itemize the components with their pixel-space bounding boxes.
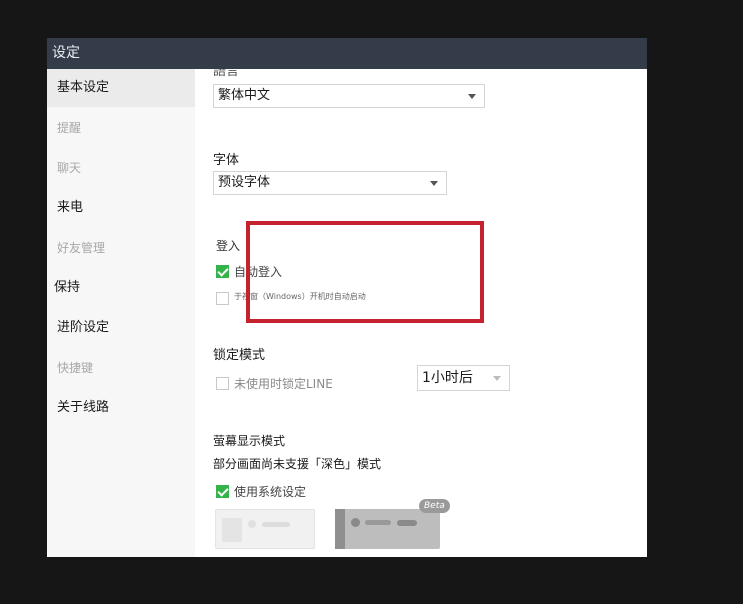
chevron-down-icon	[430, 181, 438, 186]
thumbnail-avatar	[351, 518, 360, 527]
highlight-box	[246, 221, 484, 323]
sidebar-item-calls[interactable]: 来电	[47, 189, 195, 227]
sidebar-item-basic-settings[interactable]: 基本设定	[47, 69, 195, 107]
thumbnail-avatar	[248, 520, 256, 528]
sidebar-item-advanced[interactable]: 进阶设定	[47, 309, 195, 347]
auto-login-checkbox[interactable]	[216, 265, 229, 278]
thumbnail-line	[397, 520, 417, 526]
sidebar: 基本设定 提醒 聊天 来电 好友管理 保持 进阶设定 快捷键 关于线路	[47, 69, 195, 557]
settings-window: 设定 基本设定 提醒 聊天 来电 好友管理 保持 进阶设定 快捷键 关于线路 語…	[47, 38, 647, 557]
display-subtitle: 部分画面尚未支援「深色」模式	[213, 457, 382, 471]
dark-theme-thumbnail[interactable]	[335, 509, 440, 549]
login-title: 登入	[216, 239, 241, 253]
lock-title: 锁定模式	[213, 348, 266, 363]
font-value: 预设字体	[218, 175, 271, 190]
sidebar-item-about[interactable]: 关于线路	[47, 389, 195, 427]
sidebar-item-keep[interactable]: 保持	[47, 269, 195, 307]
thumbnail-sidebar	[222, 518, 242, 542]
language-value: 繁体中文	[218, 88, 271, 103]
startup-checkbox[interactable]	[216, 292, 229, 305]
lock-label: 未使用时锁定LINE	[234, 377, 333, 391]
thumbnail-line	[262, 522, 290, 527]
sidebar-item-chat[interactable]: 聊天	[47, 149, 195, 187]
sidebar-item-friends[interactable]: 好友管理	[47, 229, 195, 267]
lock-duration-value: 1小时后	[422, 370, 473, 386]
font-label: 字体	[213, 153, 240, 168]
system-mode-checkbox[interactable]	[216, 485, 229, 498]
window-title: 设定	[47, 38, 647, 69]
chevron-down-icon	[493, 376, 501, 381]
beta-badge: Beta	[419, 499, 450, 513]
light-theme-thumbnail[interactable]	[215, 509, 315, 549]
settings-content: 語言 繁体中文 字体 预设字体 登入 自动登入 于视窗（Windows）开机时自…	[195, 69, 647, 557]
thumbnail-sidebar	[335, 509, 345, 549]
display-title: 萤幕显示模式	[213, 434, 286, 448]
sidebar-item-notifications[interactable]: 提醒	[47, 109, 195, 147]
sidebar-item-shortcuts[interactable]: 快捷键	[47, 349, 195, 387]
thumbnail-line	[365, 520, 391, 525]
lock-duration-select[interactable]: 1小时后	[417, 365, 510, 391]
language-select[interactable]: 繁体中文	[213, 84, 485, 108]
chevron-down-icon	[468, 94, 476, 99]
system-mode-label: 使用系统设定	[234, 485, 307, 499]
lock-checkbox[interactable]	[216, 377, 229, 390]
language-label: 語言	[213, 69, 240, 79]
font-select[interactable]: 预设字体	[213, 171, 447, 195]
